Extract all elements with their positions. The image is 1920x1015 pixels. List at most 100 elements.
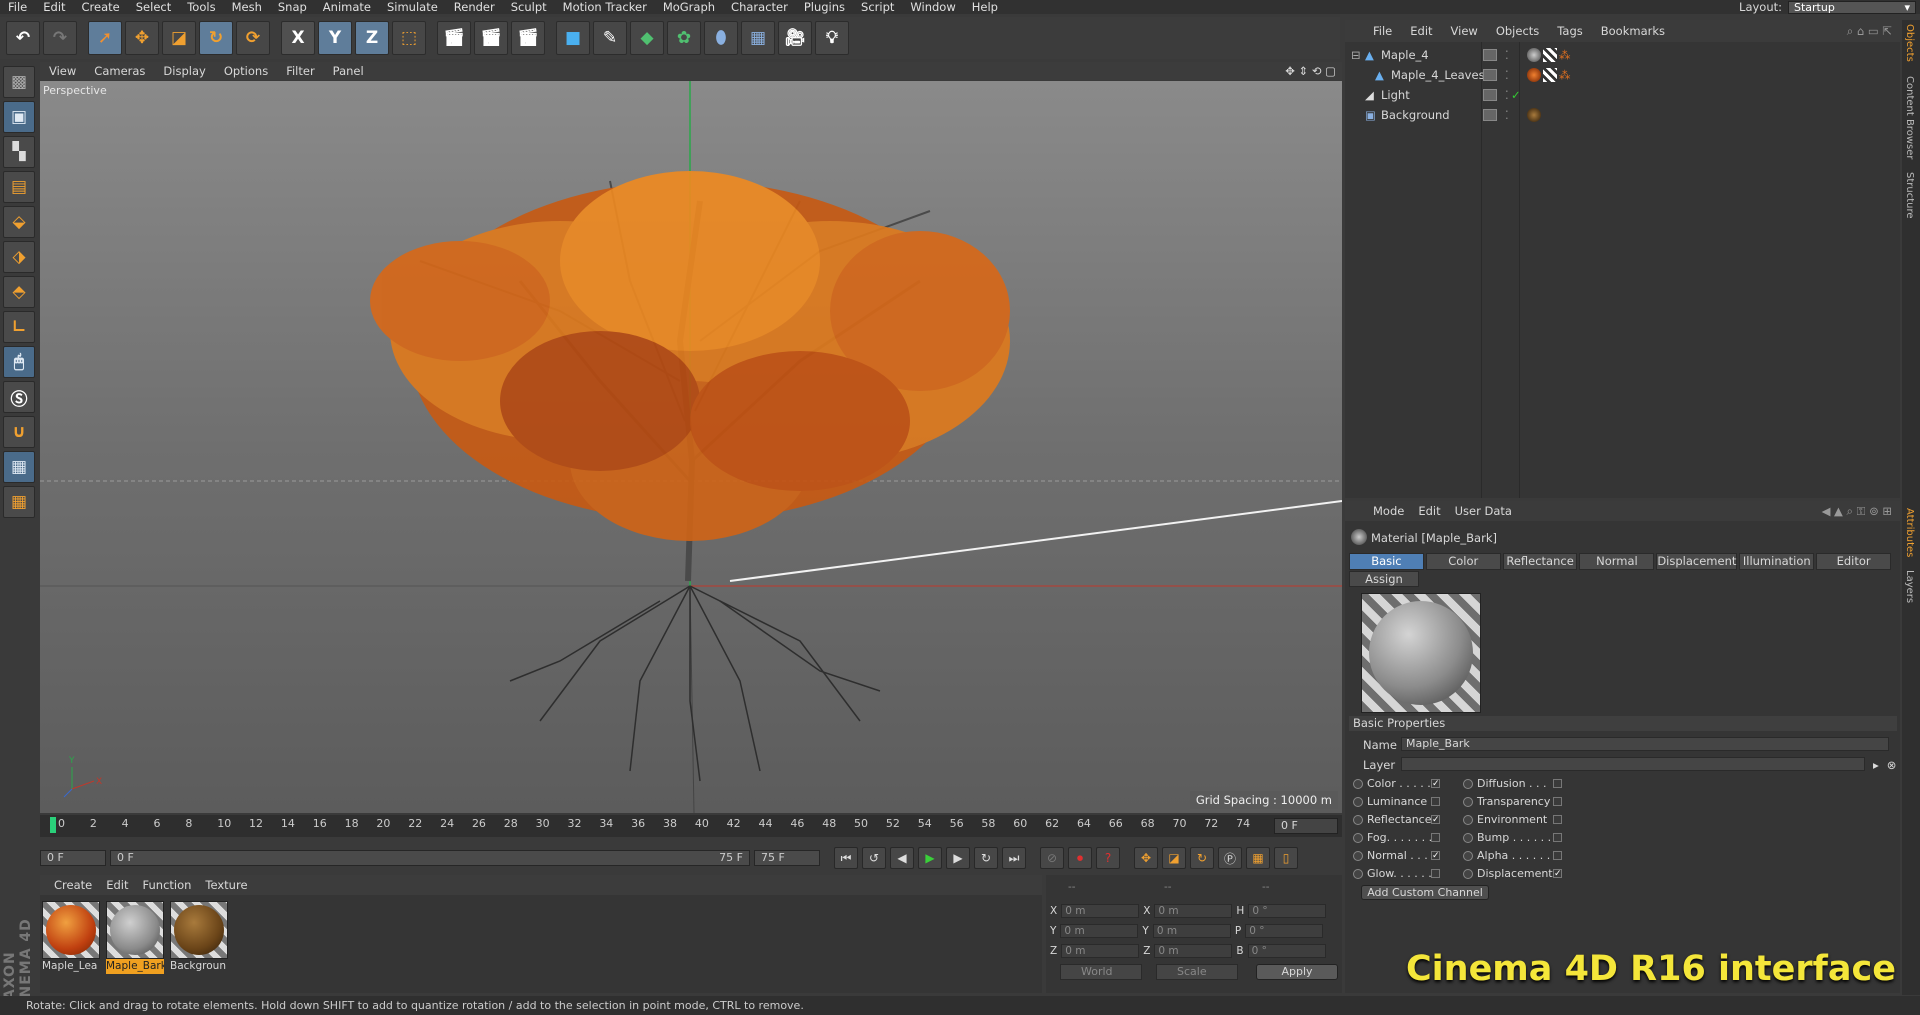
key-scale-button[interactable]: ◪: [1162, 847, 1186, 869]
glow-checkbox[interactable]: [1431, 869, 1440, 878]
current-frame-field[interactable]: 0 F: [1274, 818, 1338, 834]
tab-editor[interactable]: Editor: [1816, 553, 1892, 570]
side-tab-structure[interactable]: Structure: [1904, 172, 1915, 219]
material-preview[interactable]: [1361, 593, 1481, 713]
menu-snap[interactable]: Snap: [270, 0, 315, 14]
goto-end-button[interactable]: ⏭: [1002, 847, 1026, 869]
workplane-lock-button[interactable]: ▦: [3, 451, 35, 483]
animate-radio[interactable]: [1353, 815, 1363, 825]
animate-radio[interactable]: [1353, 779, 1363, 789]
material-menu-edit[interactable]: Edit: [106, 878, 128, 892]
pos-x-field[interactable]: 0 m: [1061, 904, 1140, 918]
side-tab-content-browser[interactable]: Content Browser: [1904, 76, 1915, 159]
next-key-button[interactable]: ↻: [974, 847, 998, 869]
object-menu-view[interactable]: View: [1451, 24, 1478, 38]
play-button[interactable]: ▶: [918, 847, 942, 869]
material-menu-function[interactable]: Function: [143, 878, 192, 892]
animate-radio[interactable]: [1463, 797, 1473, 807]
animate-radio[interactable]: [1353, 833, 1363, 843]
recent-tool-button[interactable]: ⟳: [236, 21, 270, 55]
object-row-maple-4[interactable]: ⊟ ▲ Maple_4 ⁚ ⁂: [1345, 46, 1900, 65]
menu-character[interactable]: Character: [723, 0, 796, 14]
normal-checkbox[interactable]: ✓: [1431, 851, 1440, 861]
channel-glow[interactable]: Glow. . . . . .: [1353, 866, 1432, 882]
solo-button[interactable]: Ⓢ: [3, 381, 35, 413]
menu-script[interactable]: Script: [853, 0, 902, 14]
preview-range-slider[interactable]: 0 F 75 F: [110, 850, 750, 866]
menu-select[interactable]: Select: [128, 0, 179, 14]
add-array-button[interactable]: ✿: [667, 21, 701, 55]
visibility-dots-icon[interactable]: ⁚: [1505, 106, 1509, 125]
axis-mode-button[interactable]: ∟: [3, 311, 35, 343]
name-field[interactable]: Maple_Bark: [1401, 737, 1889, 751]
viewport-menu-cameras[interactable]: Cameras: [85, 64, 154, 78]
object-menu-tags[interactable]: Tags: [1557, 24, 1582, 38]
channel-fog[interactable]: Fog. . . . . . .: [1353, 830, 1432, 846]
object-row-maple-4-leaves[interactable]: ▲ Maple_4_Leaves ⁚ ⁂: [1345, 66, 1900, 85]
channel-displacement[interactable]: Displacement: [1463, 866, 1553, 882]
object-menu-bookmarks[interactable]: Bookmarks: [1601, 24, 1665, 38]
side-tab-attributes[interactable]: Attributes: [1904, 508, 1915, 557]
add-cube-button[interactable]: ■: [556, 21, 590, 55]
alpha-checkbox[interactable]: [1553, 851, 1562, 860]
next-frame-button[interactable]: ▶: [946, 847, 970, 869]
bump-checkbox[interactable]: [1553, 833, 1562, 842]
menu-sculpt[interactable]: Sculpt: [503, 0, 555, 14]
size-y-field[interactable]: 0 m: [1152, 924, 1231, 938]
animate-radio[interactable]: [1463, 833, 1473, 843]
tweak-mode-button[interactable]: 🖱︎: [3, 346, 35, 378]
layer-pick-icon[interactable]: ⊗: [1887, 757, 1897, 773]
coordinate-system-button[interactable]: ⬚: [392, 21, 426, 55]
object-menu-objects[interactable]: Objects: [1496, 24, 1539, 38]
material-tag-icon[interactable]: [1527, 68, 1541, 82]
rotate-button[interactable]: ↻: [199, 21, 233, 55]
planar-workplane-button[interactable]: ▦: [3, 486, 35, 518]
texture-tag-icon[interactable]: [1543, 68, 1557, 82]
reflectance-checkbox[interactable]: ✓: [1431, 815, 1440, 825]
layout-select[interactable]: Startup ▾: [1788, 0, 1916, 14]
visibility-dots-icon[interactable]: ⁚: [1505, 66, 1509, 85]
attribute-menu-edit[interactable]: Edit: [1418, 504, 1440, 518]
environment-checkbox[interactable]: [1553, 815, 1562, 824]
coord-size-mode-dropdown[interactable]: Scale: [1156, 964, 1238, 980]
object-menu-edit[interactable]: Edit: [1410, 24, 1432, 38]
record-keys-button[interactable]: ⊘: [1040, 847, 1064, 869]
layer-visibility-toggle[interactable]: [1483, 69, 1497, 81]
add-camera-button[interactable]: 🎥︎: [778, 21, 812, 55]
material-tag-icon[interactable]: [1527, 48, 1541, 62]
add-floor-button[interactable]: ▦: [741, 21, 775, 55]
object-manager-search-icons[interactable]: ⌕ ⌂ ▭ ⇱: [1847, 24, 1900, 39]
z-axis-button[interactable]: Z: [355, 21, 389, 55]
size-z-field[interactable]: 0 m: [1154, 944, 1233, 958]
edges-mode-button[interactable]: ⬗: [3, 241, 35, 273]
end-frame-field[interactable]: 75 F: [754, 850, 820, 866]
rot-p-field[interactable]: 0 °: [1245, 924, 1324, 938]
visibility-dots-icon[interactable]: ⁚: [1505, 46, 1509, 65]
layer-visibility-toggle[interactable]: [1483, 49, 1497, 61]
phong-tag-icon[interactable]: ⁂: [1559, 46, 1571, 65]
tab-basic[interactable]: Basic: [1349, 553, 1424, 570]
expand-icon[interactable]: ⊟: [1351, 46, 1361, 65]
channel-normal[interactable]: Normal . . . .: [1353, 848, 1435, 864]
playhead-marker[interactable]: [50, 817, 56, 833]
add-custom-channel-button[interactable]: Add Custom Channel: [1361, 885, 1489, 900]
render-picture-viewer-button[interactable]: 🎬︎: [474, 21, 508, 55]
texture-mode-button[interactable]: ▚: [3, 136, 35, 168]
polygons-mode-button[interactable]: ⬘: [3, 276, 35, 308]
start-frame-field[interactable]: 0 F: [40, 850, 106, 866]
animate-radio[interactable]: [1353, 797, 1363, 807]
material-swatch-background[interactable]: Backgroun: [170, 901, 228, 975]
material-swatch-maple-leaves[interactable]: Maple_Lea: [42, 901, 100, 975]
x-axis-button[interactable]: X: [281, 21, 315, 55]
key-position-button[interactable]: ✥: [1134, 847, 1158, 869]
menu-file[interactable]: File: [0, 0, 35, 14]
transparency-checkbox[interactable]: [1553, 797, 1562, 806]
layer-field[interactable]: [1401, 757, 1865, 771]
texture-tag-icon[interactable]: [1543, 48, 1557, 62]
layer-visibility-toggle[interactable]: [1483, 109, 1497, 121]
pos-y-field[interactable]: 0 m: [1060, 924, 1139, 938]
material-swatch-maple-bark[interactable]: Maple_Bark: [106, 901, 164, 975]
redo-button[interactable]: ↷: [43, 21, 77, 55]
perspective-viewport[interactable]: Perspective Y X Grid Spacing: 10000 m: [40, 81, 1342, 813]
menu-mograph[interactable]: MoGraph: [655, 0, 723, 14]
